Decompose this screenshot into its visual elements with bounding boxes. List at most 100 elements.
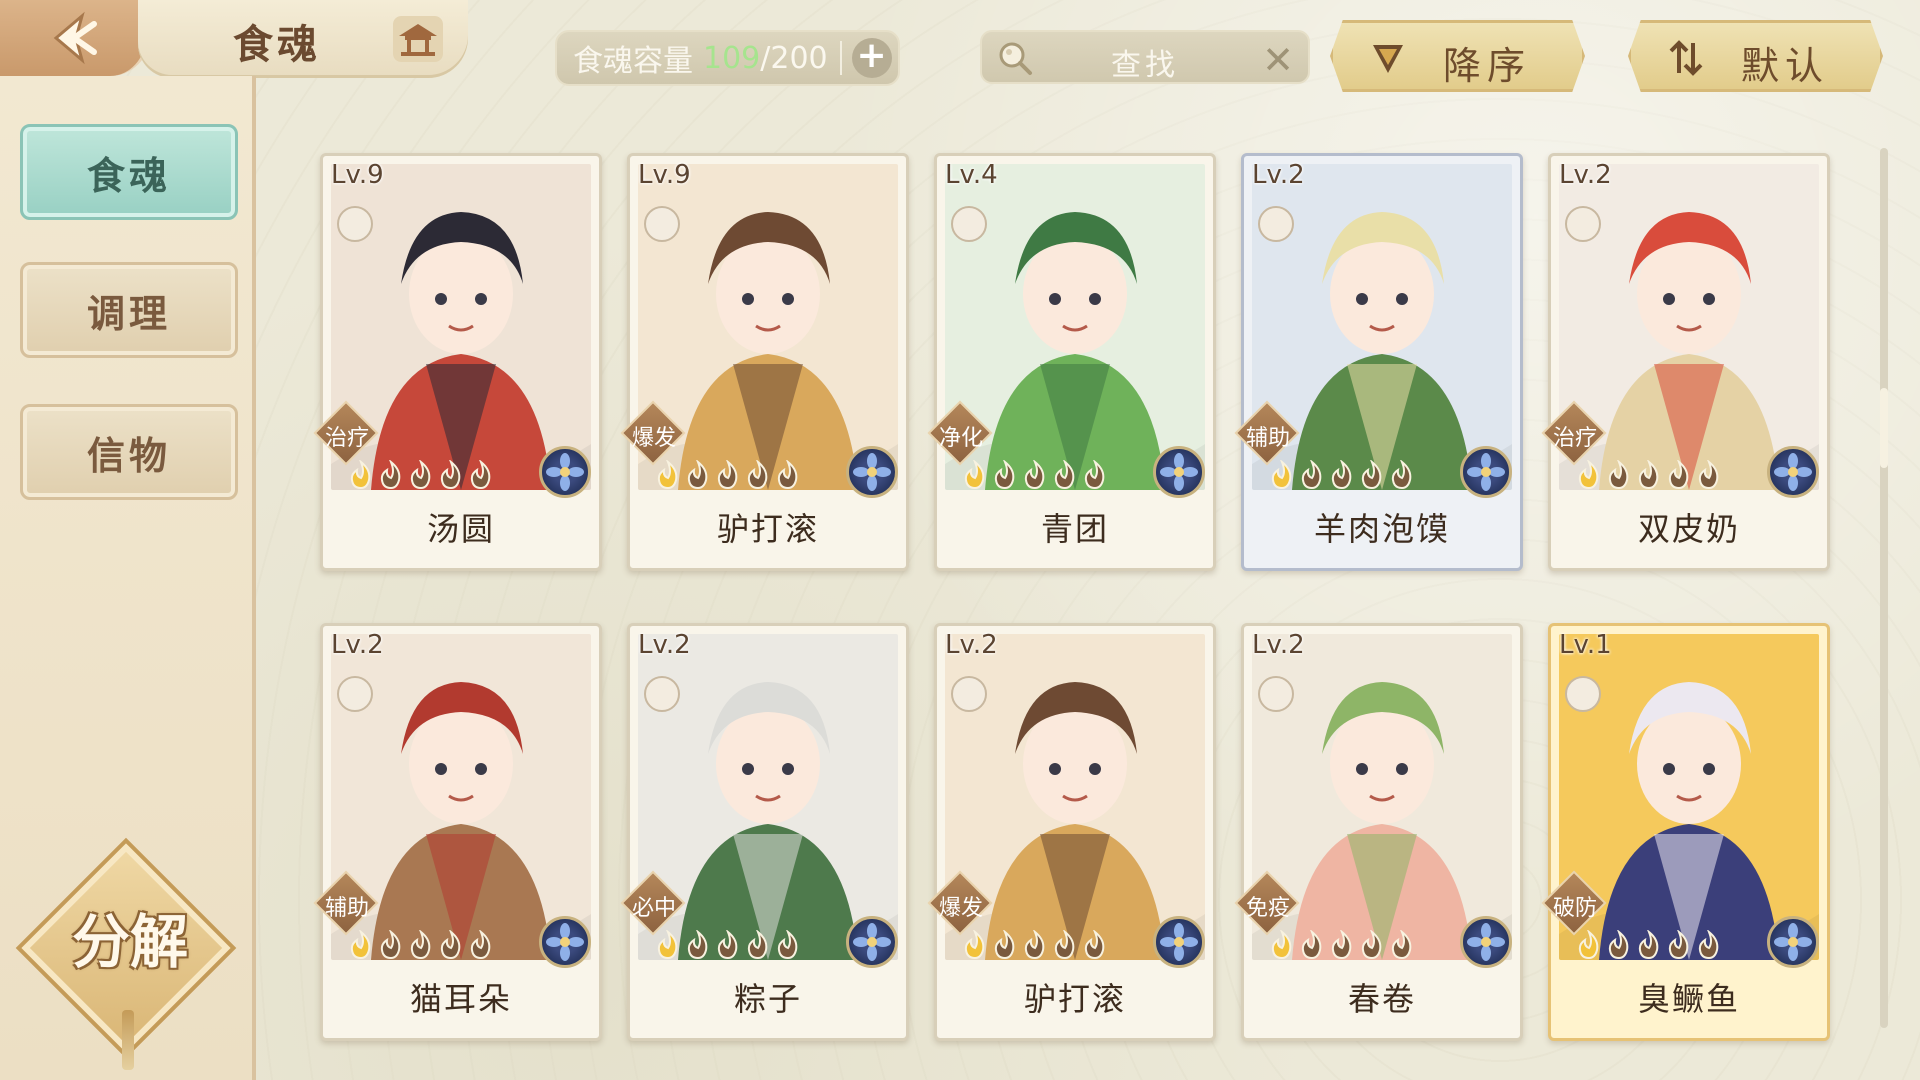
sort-order-label: 降序	[1443, 44, 1532, 88]
food-soul-card[interactable]: Lv.2 必中 粽子	[620, 623, 909, 1041]
star-rating	[347, 930, 495, 960]
flame-star-empty-icon	[470, 930, 491, 960]
level-label: Lv.9	[331, 160, 384, 190]
flame-star-empty-icon	[470, 460, 491, 490]
star-rating	[961, 930, 1109, 960]
role-label: 治疗	[324, 426, 369, 451]
role-label: 爆发	[631, 426, 676, 451]
flame-star-empty-icon	[1361, 930, 1382, 960]
flame-star-empty-icon	[1054, 930, 1075, 960]
role-badge: 破防	[1541, 870, 1607, 936]
flame-star-empty-icon	[1638, 930, 1659, 960]
flower-emblem-icon	[1460, 446, 1512, 498]
card-name: 青团	[1040, 510, 1109, 548]
bowl-icon	[1565, 206, 1601, 242]
scrollbar-thumb[interactable]	[1880, 388, 1888, 468]
role-label: 辅助	[324, 896, 369, 921]
flame-star-empty-icon	[1608, 460, 1629, 490]
role-badge: 辅助	[313, 870, 379, 936]
flame-star-empty-icon	[687, 930, 708, 960]
search-box[interactable]: 查找 ✕	[980, 30, 1310, 84]
tab-keepsake[interactable]: 信物	[20, 404, 238, 500]
food-soul-card[interactable]: Lv.2 辅助 羊肉泡馍	[1234, 153, 1523, 571]
star-rating	[1268, 460, 1416, 490]
decompose-label[interactable]: 分解	[30, 895, 230, 979]
flower-emblem-icon	[539, 446, 591, 498]
flame-star-filled-icon	[964, 460, 985, 490]
star-rating	[654, 930, 802, 960]
bowl-icon	[1565, 676, 1601, 712]
flame-star-filled-icon	[1578, 930, 1599, 960]
food-soul-card[interactable]: Lv.4 净化 青团	[927, 153, 1216, 571]
flame-star-empty-icon	[1301, 930, 1322, 960]
add-capacity-button[interactable]: +	[851, 38, 892, 78]
flame-star-empty-icon	[1301, 460, 1322, 490]
flame-star-filled-icon	[964, 930, 985, 960]
card-name: 粽子	[733, 980, 802, 1018]
card-name: 驴打滚	[1023, 980, 1126, 1018]
sort-arrows-icon	[1669, 40, 1703, 76]
flame-star-filled-icon	[1271, 460, 1292, 490]
food-soul-card[interactable]: Lv.9 爆发 驴打滚	[620, 153, 909, 571]
card-name: 臭鳜鱼	[1637, 980, 1740, 1018]
level-label: Lv.2	[1559, 160, 1612, 190]
food-soul-card[interactable]: Lv.2 治疗 双皮奶	[1541, 153, 1830, 571]
role-badge: 治疗	[313, 400, 379, 466]
tab-conditioning[interactable]: 调理	[20, 262, 238, 358]
flower-emblem-icon	[1460, 916, 1512, 968]
flame-star-empty-icon	[1698, 460, 1719, 490]
pavilion-icon[interactable]	[393, 16, 443, 62]
back-button[interactable]	[0, 0, 150, 76]
food-soul-card[interactable]: Lv.2 免疫 春卷	[1234, 623, 1523, 1041]
flame-star-empty-icon	[1084, 460, 1105, 490]
flame-star-empty-icon	[1084, 930, 1105, 960]
level-label: Lv.2	[1252, 160, 1305, 190]
sort-mode-label: 默认	[1741, 44, 1830, 88]
star-rating	[347, 460, 495, 490]
star-rating	[961, 460, 1109, 490]
flower-emblem-icon	[846, 446, 898, 498]
food-soul-card[interactable]: Lv.2 辅助 猫耳朵	[313, 623, 602, 1041]
role-badge: 爆发	[620, 400, 686, 466]
role-label: 爆发	[938, 896, 983, 921]
card-name: 春卷	[1347, 980, 1416, 1018]
food-soul-card[interactable]: Lv.9 治疗 汤圆	[313, 153, 602, 571]
flame-star-empty-icon	[1331, 930, 1352, 960]
role-label: 净化	[938, 426, 983, 451]
flame-star-empty-icon	[1668, 930, 1689, 960]
sort-order-button[interactable]: 降序	[1330, 20, 1585, 92]
flame-star-empty-icon	[1638, 460, 1659, 490]
bowl-icon	[951, 676, 987, 712]
card-name: 双皮奶	[1637, 510, 1740, 548]
flame-star-empty-icon	[380, 930, 401, 960]
flame-star-empty-icon	[380, 460, 401, 490]
role-badge: 爆发	[927, 870, 993, 936]
close-icon[interactable]: ✕	[1262, 38, 1294, 82]
search-input[interactable]: 查找	[982, 40, 1308, 84]
role-badge: 辅助	[1234, 400, 1300, 466]
flame-star-filled-icon	[350, 460, 371, 490]
card-name: 汤圆	[426, 510, 495, 548]
scrollbar[interactable]	[1880, 148, 1888, 1028]
flame-star-empty-icon	[994, 930, 1015, 960]
flame-star-empty-icon	[777, 930, 798, 960]
level-label: Lv.4	[945, 160, 998, 190]
level-label: Lv.2	[945, 630, 998, 660]
sort-mode-button[interactable]: 默认	[1628, 20, 1883, 92]
tab-food-soul[interactable]: 食魂	[20, 124, 238, 220]
food-soul-card[interactable]: Lv.2 爆发 驴打滚	[927, 623, 1216, 1041]
role-badge: 免疫	[1234, 870, 1300, 936]
flame-star-filled-icon	[1271, 930, 1292, 960]
bowl-icon	[644, 206, 680, 242]
flame-star-empty-icon	[1361, 460, 1382, 490]
flame-star-empty-icon	[1391, 930, 1412, 960]
bowl-icon	[337, 206, 373, 242]
capacity-divider	[839, 41, 842, 75]
flower-emblem-icon	[1153, 446, 1205, 498]
flame-star-empty-icon	[747, 930, 768, 960]
role-label: 免疫	[1245, 896, 1290, 921]
food-soul-card[interactable]: Lv.1 破防 臭鳜鱼	[1541, 623, 1830, 1041]
flame-star-empty-icon	[410, 460, 431, 490]
flame-star-empty-icon	[717, 930, 738, 960]
bowl-icon	[1258, 676, 1294, 712]
